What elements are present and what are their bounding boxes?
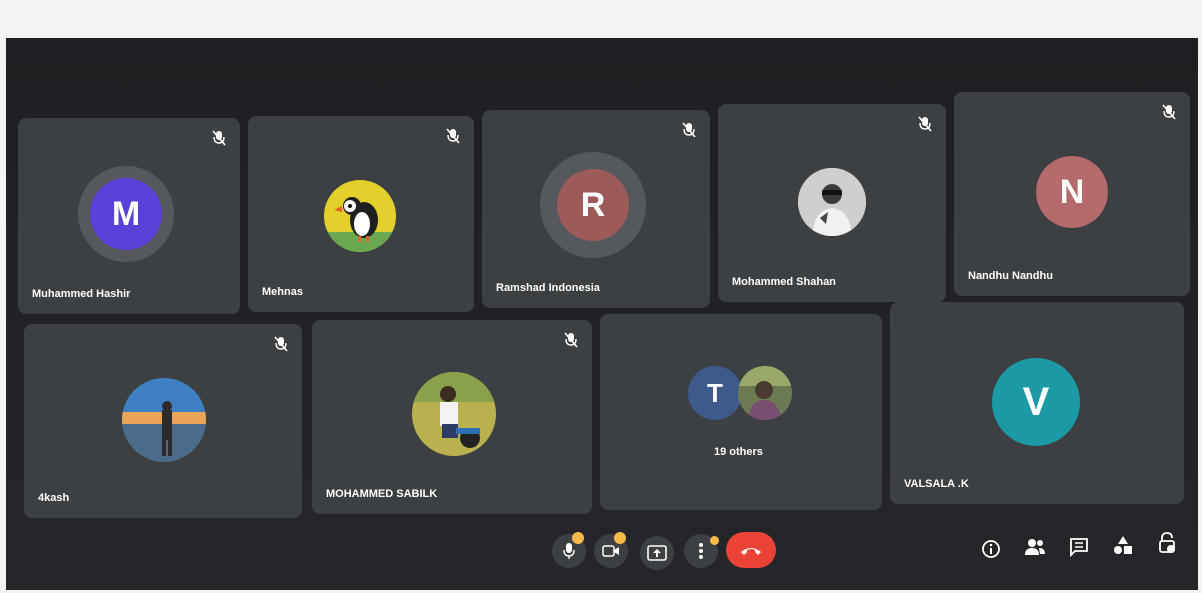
avatar: N xyxy=(1036,156,1108,228)
participant-tile-mehnas[interactable]: Mehnas xyxy=(248,116,474,312)
avatar xyxy=(798,168,866,236)
more-options-icon xyxy=(699,543,703,559)
others-count-label: 19 others xyxy=(714,446,763,458)
participant-tile-4kash[interactable]: 4kash xyxy=(24,324,302,518)
mic-off-icon xyxy=(918,116,932,132)
participant-tile-ramshad-indonesia[interactable]: R Ramshad Indonesia xyxy=(482,110,710,308)
chat-icon xyxy=(1070,538,1088,557)
chat-button[interactable] xyxy=(1068,536,1090,558)
avatar: R xyxy=(557,169,629,241)
participant-name: 4kash xyxy=(38,492,70,504)
leave-call-icon xyxy=(741,548,761,555)
participant-tile-muhammed-hashir[interactable]: M Muhammed Hashir xyxy=(18,118,240,314)
participant-name: Nandhu Nandhu xyxy=(968,270,1053,282)
mic-off-icon xyxy=(212,130,226,146)
puffin-icon xyxy=(324,180,396,252)
sunset-photo-icon xyxy=(122,378,206,462)
people-button[interactable] xyxy=(1024,536,1046,558)
others-tile[interactable]: T 19 others xyxy=(600,314,882,510)
avatar xyxy=(412,372,496,456)
activities-button[interactable] xyxy=(1112,534,1134,556)
meeting-info-button[interactable] xyxy=(980,538,1002,560)
others-avatar-photo xyxy=(738,366,792,420)
avatar: V xyxy=(992,358,1080,446)
person-photo-icon xyxy=(738,366,792,420)
participant-tile-mohammed-shahan[interactable]: Mohammed Shahan xyxy=(718,104,946,302)
participant-tile-mohammed-sabilk[interactable]: MOHAMMED SABILK xyxy=(312,320,592,514)
warning-badge xyxy=(572,532,584,544)
participant-name: Mohammed Shahan xyxy=(732,276,836,288)
avatar xyxy=(324,180,396,252)
avatar: M xyxy=(90,178,162,250)
avatar xyxy=(122,378,206,462)
people-icon xyxy=(1025,539,1045,555)
host-controls-button[interactable] xyxy=(1156,532,1178,554)
participant-name: Mehnas xyxy=(262,286,303,298)
camera-toggle-button[interactable] xyxy=(594,532,628,568)
mic-off-icon xyxy=(564,332,578,348)
participant-tile-valsala-k[interactable]: V VALSALA .K xyxy=(890,302,1184,504)
leave-call-button[interactable] xyxy=(726,532,776,568)
host-controls-icon xyxy=(1159,532,1175,553)
mic-off-icon xyxy=(446,128,460,144)
participant-name: MOHAMMED SABILK xyxy=(326,488,438,500)
mic-off-icon xyxy=(1162,104,1176,120)
present-screen-icon xyxy=(647,545,667,561)
activities-icon xyxy=(1114,536,1132,554)
bike-photo-icon xyxy=(412,372,496,456)
notification-badge xyxy=(710,536,719,545)
participant-name: VALSALA .K xyxy=(904,478,969,490)
microphone-icon xyxy=(563,543,575,559)
mic-toggle-button[interactable] xyxy=(552,532,586,568)
participant-name: Ramshad Indonesia xyxy=(496,282,600,294)
participant-name: Muhammed Hashir xyxy=(32,288,131,300)
person-photo-icon xyxy=(798,168,866,236)
more-options-button[interactable] xyxy=(684,534,719,568)
meeting-screen: M Muhammed Hashir Mehnas R Ramshad Indon… xyxy=(6,38,1198,590)
mic-off-icon xyxy=(274,336,288,352)
warning-badge xyxy=(614,532,626,544)
info-icon xyxy=(982,540,1000,558)
camera-icon xyxy=(602,545,619,557)
present-screen-button[interactable] xyxy=(640,536,674,570)
participant-tile-nandhu-nandhu[interactable]: N Nandhu Nandhu xyxy=(954,92,1190,296)
mic-off-icon xyxy=(682,122,696,138)
others-avatar-initial: T xyxy=(688,366,742,420)
